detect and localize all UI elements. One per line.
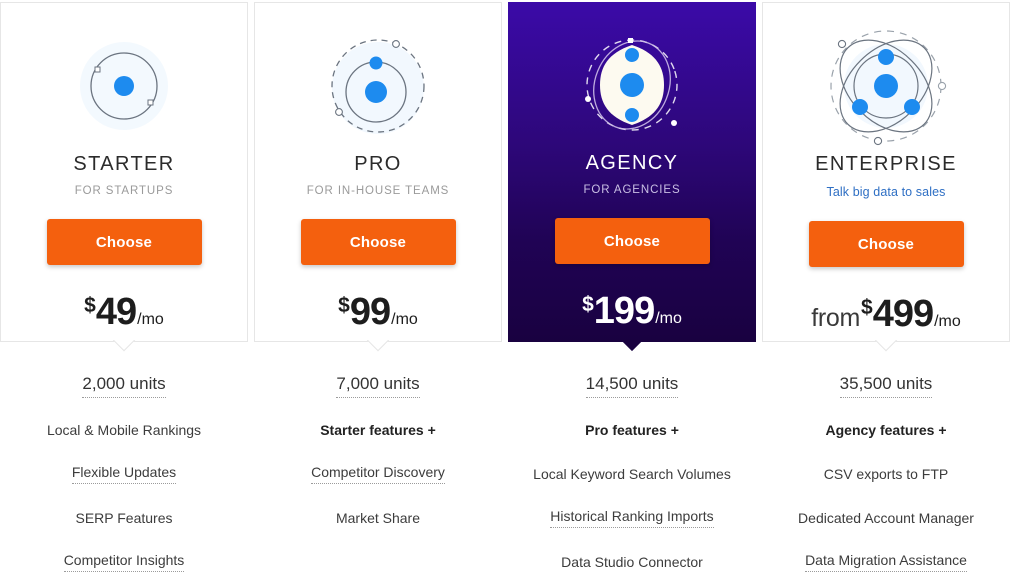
feature-item[interactable]: 35,500 units [834,364,939,408]
feature-label: Historical Ranking Imports [550,508,714,528]
feature-list-agency: 14,500 units Pro features + Local Keyword … [508,342,756,584]
atom-nucleus-glow-icon [585,38,678,131]
feature-label: CSV exports to FTP [823,465,949,482]
feature-item[interactable]: Competitor Insights [58,540,191,584]
price-period: /mo [391,311,418,328]
plan-column-pro: PRO FOR IN-HOUSE TEAMS Choose $99/mo 7,000 u… [254,2,502,584]
plan-card-starter: STARTER FOR STARTUPS Choose $49/mo [0,2,248,342]
feature-item[interactable]: Historical Ranking Imports [544,496,719,540]
atom-multi-orbit-icon [830,30,947,146]
plan-name: ENTERPRISE [815,153,957,175]
feature-label: Agency features + [825,421,947,438]
feature-label: Data Studio Connector [561,553,703,570]
plan-name: AGENCY [585,152,679,174]
feature-item: Data Studio Connector [555,540,709,584]
feature-item: Agency features + [820,408,953,452]
atom-2-orbit-icon [331,39,425,134]
feature-label: Pro features + [585,421,679,438]
price-period: /mo [934,313,961,330]
plan-artwork-enterprise [811,21,961,151]
card-notch-arrow-icon [358,340,398,352]
feature-item[interactable]: Flexible Updates [66,452,182,496]
feature-item: Starter features + [314,408,442,452]
feature-list-starter: 2,000 units Local & Mobile Rankings Flexib… [0,342,248,584]
feature-item: Local Keyword Search Volumes [527,452,737,496]
price-currency: $ [84,294,96,317]
feature-label: Data Migration Assistance [805,552,967,572]
feature-label: Competitor Insights [63,552,185,572]
choose-button-enterprise[interactable]: Choose [808,221,964,267]
card-notch-arrow-icon [104,340,144,352]
feature-label: 2,000 units [82,374,166,398]
price-period: /mo [137,311,164,328]
plan-price: from $499/mo [811,293,961,336]
choose-button-agency[interactable]: Choose [554,218,710,264]
plan-tagline: FOR IN-HOUSE TEAMS [306,185,450,197]
price-amount: 49 [95,291,137,333]
price-amount: 99 [349,291,391,333]
feature-list-pro: 7,000 units Starter features + Competitor … [254,342,502,584]
feature-item[interactable]: 2,000 units [76,364,171,408]
plan-artwork-agency [557,20,707,150]
price-currency: $ [582,293,594,316]
feature-item: Pro features + [579,408,685,452]
choose-button-pro[interactable]: Choose [300,219,456,265]
feature-label: 35,500 units [839,374,933,398]
pricing-plans-grid: STARTER FOR STARTUPS Choose $49/mo 2,000 uni… [0,0,1024,584]
card-notch-arrow-icon [866,340,906,352]
plan-contact-sales-link[interactable]: Talk big data to sales [827,185,946,199]
plan-name: STARTER [73,153,175,175]
plan-column-starter: STARTER FOR STARTUPS Choose $49/mo 2,000 uni… [0,2,248,584]
feature-item: CSV exports to FTP [818,452,954,496]
feature-item: SERP Features [69,496,178,540]
price-currency: $ [861,296,873,319]
plan-price: $99/mo [338,291,418,334]
feature-item: Local & Mobile Rankings [41,408,207,452]
feature-list-enterprise: 35,500 units Agency features + CSV exports… [762,342,1010,584]
feature-item: Dedicated Account Manager [792,496,980,540]
feature-item: Market Share [330,496,426,540]
feature-label: Starter features + [320,421,436,438]
atom-1-electron-icon [80,42,168,130]
plan-column-agency: AGENCY FOR AGENCIES Choose $199/mo 14,500 un… [508,2,756,584]
feature-label: Market Share [335,509,421,526]
plan-card-agency: AGENCY FOR AGENCIES Choose $199/mo [508,2,756,342]
feature-label: 7,000 units [336,374,420,398]
price-currency: $ [338,294,350,317]
card-notch-arrow-icon [612,340,652,354]
plan-tagline: FOR AGENCIES [583,184,681,196]
price-amount: 199 [593,290,655,332]
plan-artwork-starter [49,21,199,151]
plan-card-enterprise: ENTERPRISE Talk big data to sales Choose fr… [762,2,1010,342]
plan-artwork-pro [303,21,453,151]
price-amount: 499 [872,293,934,335]
feature-label: Local & Mobile Rankings [46,421,202,438]
plan-price: $199/mo [582,290,682,333]
feature-item[interactable]: 14,500 units [580,364,685,408]
feature-label: SERP Features [75,509,173,526]
feature-label: Dedicated Account Manager [798,509,974,526]
choose-button-starter[interactable]: Choose [46,219,202,265]
plan-price: $49/mo [84,291,164,334]
plan-name: PRO [354,153,402,175]
feature-item[interactable]: Competitor Discovery [305,452,451,496]
feature-label: 14,500 units [585,374,679,398]
feature-label: Flexible Updates [71,464,177,484]
price-period: /mo [655,310,682,327]
feature-item[interactable]: 7,000 units [330,364,425,408]
price-from-label: from [811,304,861,332]
feature-label: Competitor Discovery [311,464,445,484]
plan-card-pro: PRO FOR IN-HOUSE TEAMS Choose $99/mo [254,2,502,342]
plan-tagline: FOR STARTUPS [74,185,174,197]
feature-item[interactable]: Data Migration Assistance [799,540,973,584]
plan-column-enterprise: ENTERPRISE Talk big data to sales Choose fr… [762,2,1010,584]
feature-label: Local Keyword Search Volumes [533,465,731,482]
